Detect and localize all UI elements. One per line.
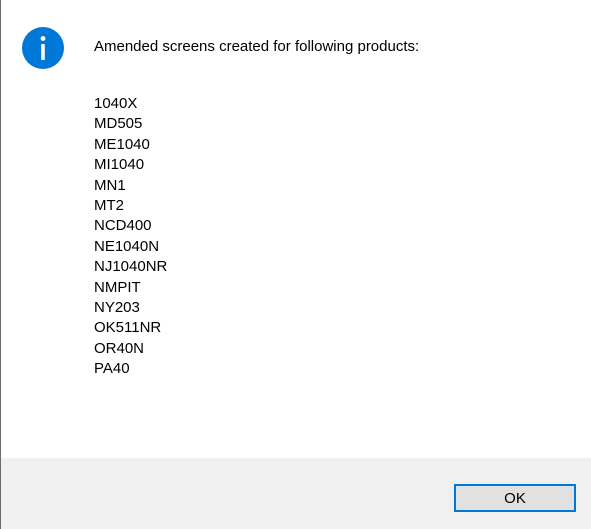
- info-icon: [22, 27, 64, 69]
- list-item: NJ1040NR: [94, 258, 168, 276]
- list-item: NY203: [94, 299, 140, 317]
- list-item: NMPIT: [94, 278, 141, 296]
- product-list: 1040X MD505 ME1040 MI1040 MN1 MT2 NCD400…: [94, 94, 167, 380]
- list-item: MN1: [94, 176, 126, 194]
- list-item: MD505: [94, 115, 143, 133]
- ok-button[interactable]: OK: [454, 484, 576, 512]
- dialog-message: Amended screens created for following pr…: [94, 38, 420, 55]
- list-item: PA40: [94, 360, 130, 378]
- list-item: ME1040: [94, 135, 150, 153]
- list-item: NCD400: [94, 217, 152, 235]
- message-dialog: Amended screens created for following pr…: [0, 0, 591, 529]
- list-item: MI1040: [94, 156, 145, 174]
- list-item: 1040X: [94, 95, 138, 112]
- list-item: MT2: [94, 197, 124, 215]
- list-item: OK511NR: [94, 319, 162, 337]
- list-item: OR40N: [94, 339, 145, 357]
- dialog-content: Amended screens created for following pr…: [1, 0, 591, 458]
- list-item: NE1040N: [94, 237, 160, 255]
